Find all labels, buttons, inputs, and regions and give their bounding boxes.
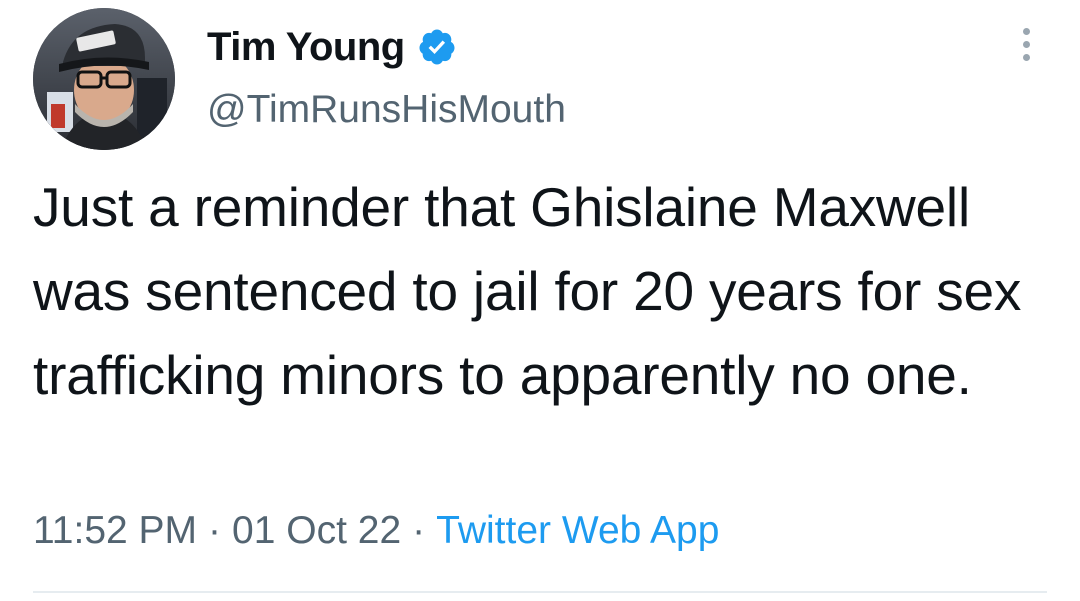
meta-separator: · [412, 509, 426, 552]
author-name-row: Tim Young [207, 22, 457, 72]
meta-separator: · [208, 509, 222, 552]
more-options-icon[interactable] [1014, 28, 1038, 72]
author-handle[interactable]: @TimRunsHisMouth [207, 88, 566, 132]
verified-badge-icon [417, 27, 457, 67]
divider [33, 591, 1047, 593]
tweet-date[interactable]: 01 Oct 22 [232, 509, 401, 552]
author-display-name[interactable]: Tim Young [207, 25, 405, 70]
tweet-source-link[interactable]: Twitter Web App [436, 509, 719, 552]
avatar[interactable] [33, 8, 175, 150]
tweet-metadata: 11:52 PM · 01 Oct 22 · Twitter Web App [33, 509, 719, 553]
tweet-text: Just a reminder that Ghislaine Maxwell w… [33, 176, 1022, 406]
tweet-time[interactable]: 11:52 PM [33, 509, 197, 552]
tweet-card: Tim Young @TimRunsHisMouth Just a remind… [0, 0, 1080, 601]
avatar-image [33, 8, 175, 150]
